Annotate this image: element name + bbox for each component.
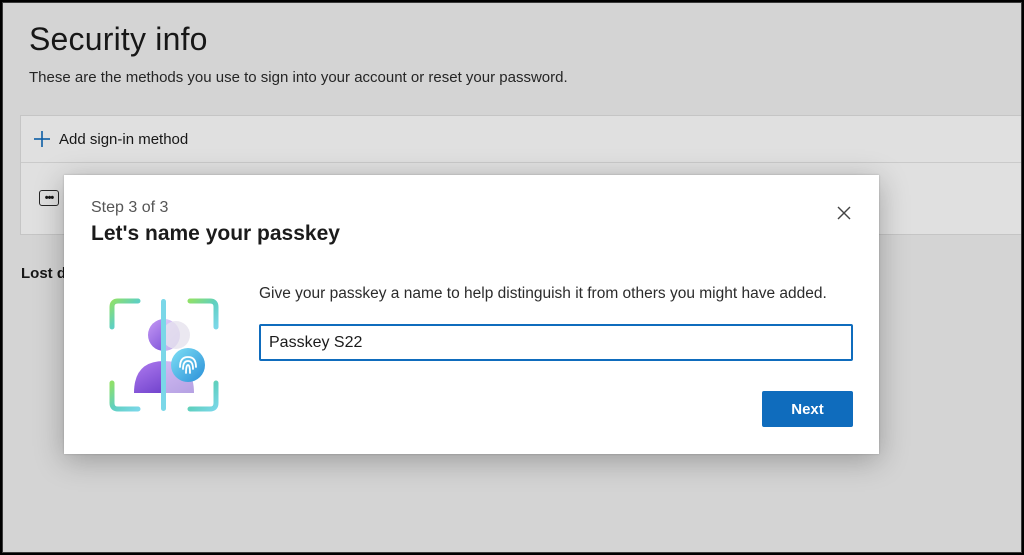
passkey-name-input[interactable] (259, 324, 853, 361)
name-passkey-dialog: Step 3 of 3 Let's name your passkey Give… (64, 175, 879, 454)
next-button[interactable]: Next (762, 391, 853, 427)
close-icon (837, 206, 851, 220)
app-window: Security info These are the methods you … (2, 2, 1022, 553)
step-indicator: Step 3 of 3 (91, 199, 169, 216)
dialog-prompt: Give your passkey a name to help disting… (259, 285, 827, 302)
passkey-fingerprint-illustration (104, 295, 224, 415)
dialog-title: Let's name your passkey (91, 222, 340, 245)
close-button[interactable] (830, 199, 858, 227)
